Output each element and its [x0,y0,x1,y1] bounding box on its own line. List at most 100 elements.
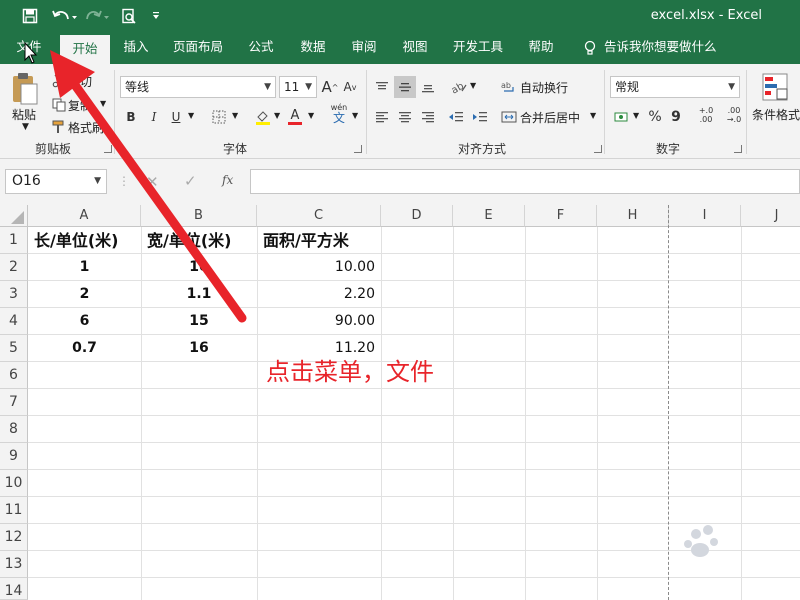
format-painter-button[interactable]: 格式刷 [68,119,104,136]
conditional-format-icon[interactable] [758,70,792,104]
undo-icon[interactable] [50,6,78,26]
insert-function-button[interactable]: fx [222,173,233,187]
tab-help[interactable]: 帮助 [520,32,562,64]
row-header[interactable]: 6 [0,362,28,389]
redo-icon[interactable] [84,6,112,26]
select-all-corner[interactable] [0,205,28,227]
paste-button[interactable]: 粘贴 [12,106,36,123]
column-header[interactable]: F [525,205,597,227]
tab-data[interactable]: 数据 [292,32,334,64]
cell-b3[interactable]: 1.1 [141,281,257,308]
merge-center-icon[interactable] [500,106,518,128]
cut-button[interactable]: 剪切 [68,73,92,90]
align-center-icon[interactable] [394,106,416,128]
cell-a2[interactable]: 1 [28,254,141,281]
tab-insert[interactable]: 插入 [114,32,158,64]
underline-button[interactable]: U [168,106,184,128]
customize-icon[interactable] [146,6,166,26]
row-header[interactable]: 11 [0,497,28,524]
tab-page-layout[interactable]: 页面布局 [166,32,230,64]
column-header[interactable]: E [453,205,525,227]
comma-style-button[interactable]: 9 [668,106,684,128]
dialog-launcher-icon[interactable] [594,145,602,153]
tab-formulas[interactable]: 公式 [240,32,282,64]
cell-c4[interactable]: 90.00 [257,308,381,335]
lightbulb-icon[interactable] [580,32,600,64]
chevron-down-icon[interactable]: ▼ [352,111,358,120]
decrease-decimal-button[interactable]: .00 →.0 [722,104,746,126]
italic-button[interactable]: I [146,106,162,128]
cell-b4[interactable]: 15 [141,308,257,335]
increase-indent-icon[interactable] [470,106,490,128]
cell-c1[interactable]: 面积/平方米 [257,227,381,254]
conditional-format-button[interactable]: 条件格式 [752,106,800,123]
align-left-icon[interactable] [372,106,392,128]
chevron-down-icon[interactable]: ▼ [188,111,194,120]
column-header[interactable]: B [141,205,257,227]
orientation-icon[interactable]: ab [446,76,472,98]
column-header[interactable]: A [28,205,141,227]
fill-color-icon[interactable] [254,106,272,128]
tab-review[interactable]: 审阅 [342,32,386,64]
row-header[interactable]: 7 [0,389,28,416]
row-header[interactable]: 10 [0,470,28,497]
tab-file[interactable]: 文件 [6,32,52,64]
clipboard-paste-icon[interactable] [8,70,42,108]
tab-home[interactable]: 开始 [60,35,110,64]
dialog-launcher-icon[interactable] [734,145,742,153]
chevron-down-icon[interactable]: ▼ [232,111,238,120]
format-painter-icon[interactable] [50,116,68,138]
chevron-down-icon[interactable]: ▼ [100,99,106,108]
increase-decimal-button[interactable]: +.0 .00 [694,104,718,126]
currency-icon[interactable] [612,106,632,128]
row-header[interactable]: 1 [0,227,28,254]
phonetic-guide-icon[interactable]: wén 文 [328,102,350,124]
cell-b2[interactable]: 10 [141,254,257,281]
column-header[interactable]: H [597,205,669,227]
row-header[interactable]: 8 [0,416,28,443]
dialog-launcher-icon[interactable] [104,145,112,153]
copy-icon[interactable] [50,94,68,116]
wrap-text-button[interactable]: 自动换行 [520,79,568,96]
cancel-icon[interactable]: ✕ [146,173,159,191]
row-header[interactable]: 14 [0,578,28,600]
shrink-font-button[interactable]: Av [342,76,358,98]
align-bottom-icon[interactable] [418,76,438,98]
cell-a1[interactable]: 长/单位(米) [28,227,141,254]
chevron-down-icon[interactable]: ▼ [590,111,596,120]
tab-view[interactable]: 视图 [393,32,437,64]
cell-a4[interactable]: 6 [28,308,141,335]
row-header[interactable]: 4 [0,308,28,335]
tab-developer[interactable]: 开发工具 [444,32,512,64]
borders-icon[interactable] [210,106,228,128]
font-color-icon[interactable]: A [286,106,304,128]
bold-button[interactable]: B [123,106,139,128]
row-header[interactable]: 9 [0,443,28,470]
row-header[interactable]: 5 [0,335,28,362]
row-header[interactable]: 2 [0,254,28,281]
font-size-select[interactable]: 11 ▼ [279,76,317,98]
grow-font-button[interactable]: A ^ [322,76,339,98]
cell-c3[interactable]: 2.20 [257,281,381,308]
number-format-select[interactable]: 常规 ▼ [610,76,740,98]
chevron-down-icon[interactable]: ▼ [633,111,639,120]
cell-a5[interactable]: 0.7 [28,335,141,362]
align-middle-icon[interactable] [394,76,416,98]
name-box[interactable]: O16 ▼ [5,169,107,194]
dialog-launcher-icon[interactable] [354,145,362,153]
wrap-text-icon[interactable]: ab [500,76,518,98]
tell-me-search[interactable]: 告诉我你想要做什么 [604,32,724,64]
chevron-down-icon[interactable]: ▼ [22,122,29,132]
decrease-indent-icon[interactable] [446,106,466,128]
cell-b5[interactable]: 16 [141,335,257,362]
row-header[interactable]: 12 [0,524,28,551]
align-top-icon[interactable] [372,76,392,98]
chevron-down-icon[interactable]: ▼ [470,81,476,90]
cell-b1[interactable]: 宽/单位(米) [141,227,257,254]
row-header[interactable]: 13 [0,551,28,578]
row-header[interactable]: 3 [0,281,28,308]
column-header[interactable]: C [257,205,381,227]
formula-input[interactable] [250,169,800,194]
confirm-icon[interactable]: ✓ [184,172,197,190]
cell-a3[interactable]: 2 [28,281,141,308]
